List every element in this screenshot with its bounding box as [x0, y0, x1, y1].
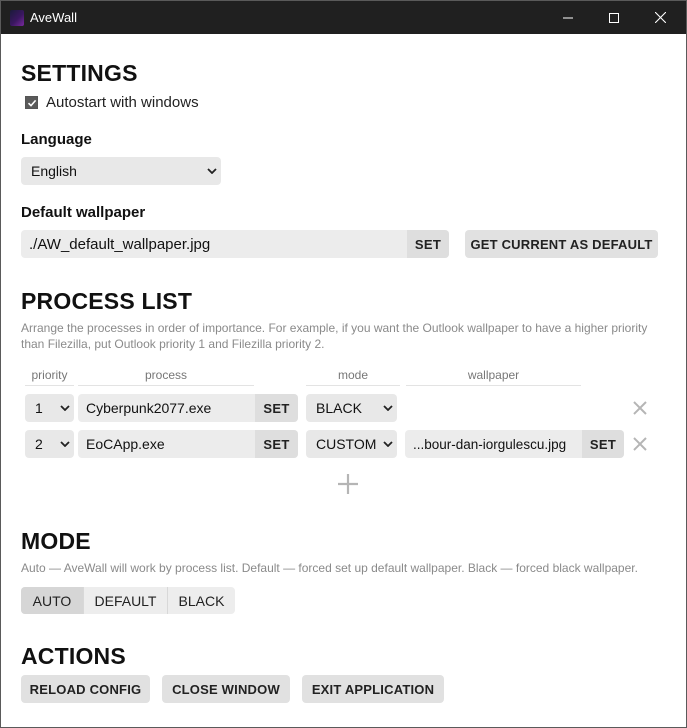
- close-window-button[interactable]: CLOSE WINDOW: [162, 675, 290, 703]
- actions-heading: ACTIONS: [21, 643, 126, 669]
- autostart-checkbox[interactable]: [25, 96, 38, 109]
- language-label: Language: [21, 131, 92, 148]
- window-title: AveWall: [30, 10, 77, 25]
- column-header-mode: mode: [306, 366, 400, 386]
- app-window: AveWall SETTINGS Autostart with windows …: [0, 0, 687, 728]
- chevron-down-icon: [56, 441, 74, 447]
- row1-process-field: Cyberpunk2077.exe SET: [78, 394, 298, 422]
- app-icon: [10, 10, 24, 26]
- maximize-button[interactable]: [591, 1, 637, 34]
- process-list-heading: PROCESS LIST: [21, 288, 193, 314]
- mode-option-black[interactable]: BLACK: [168, 587, 235, 614]
- process-list-description: Arrange the processes in order of import…: [21, 321, 648, 351]
- row2-remove-button[interactable]: [632, 436, 648, 452]
- row1-remove-button[interactable]: [632, 400, 648, 416]
- default-wallpaper-label: Default wallpaper: [21, 204, 146, 221]
- mode-option-default[interactable]: DEFAULT: [84, 587, 168, 614]
- plus-icon: [338, 474, 358, 494]
- reload-config-button[interactable]: RELOAD CONFIG: [21, 675, 150, 703]
- exit-application-button[interactable]: EXIT APPLICATION: [302, 675, 444, 703]
- title-bar: AveWall: [1, 1, 686, 34]
- row1-priority-value: 1: [35, 400, 43, 416]
- mode-description: Auto — AveWall will work by process list…: [21, 561, 638, 575]
- mode-option-auto[interactable]: AUTO: [21, 587, 84, 614]
- row2-mode-select[interactable]: CUSTOM: [306, 430, 397, 458]
- settings-heading: SETTINGS: [21, 60, 138, 86]
- default-wallpaper-field: ./AW_default_wallpaper.jpg SET: [21, 230, 449, 258]
- chevron-down-icon: [203, 168, 221, 174]
- row2-process-field: EoCApp.exe SET: [78, 430, 298, 458]
- row2-wallpaper-input[interactable]: ...bour-dan-iorgulescu.jpg: [405, 437, 582, 452]
- row2-priority-select[interactable]: 2: [25, 430, 74, 458]
- add-process-button[interactable]: [337, 473, 359, 495]
- row2-wallpaper-set-button[interactable]: SET: [582, 430, 624, 458]
- autostart-label: Autostart with windows: [46, 94, 199, 111]
- mode-segmented-control: AUTO DEFAULT BLACK: [21, 587, 235, 614]
- chevron-down-icon: [379, 441, 397, 447]
- close-icon: [654, 12, 666, 23]
- default-wallpaper-input[interactable]: ./AW_default_wallpaper.jpg: [21, 236, 407, 253]
- chevron-down-icon: [379, 405, 397, 411]
- row2-process-input[interactable]: EoCApp.exe: [78, 436, 255, 452]
- maximize-icon: [609, 12, 619, 23]
- row1-mode-value: BLACK: [316, 400, 362, 416]
- column-header-process: process: [78, 366, 254, 386]
- get-current-as-default-button[interactable]: GET CURRENT AS DEFAULT: [465, 230, 658, 258]
- language-value: English: [31, 163, 77, 179]
- row1-priority-select[interactable]: 1: [25, 394, 74, 422]
- language-select[interactable]: English: [21, 157, 221, 185]
- row1-process-input[interactable]: Cyberpunk2077.exe: [78, 400, 255, 416]
- minimize-icon: [563, 17, 573, 18]
- remove-x-icon: [633, 437, 647, 451]
- autostart-checkbox-row[interactable]: Autostart with windows: [25, 94, 199, 111]
- chevron-down-icon: [56, 405, 74, 411]
- mode-heading: MODE: [21, 528, 91, 554]
- row1-process-set-button[interactable]: SET: [255, 394, 298, 422]
- row2-wallpaper-field: ...bour-dan-iorgulescu.jpg SET: [405, 430, 624, 458]
- checkmark-icon: [27, 99, 36, 107]
- column-header-wallpaper: wallpaper: [406, 366, 581, 386]
- minimize-button[interactable]: [545, 1, 591, 34]
- row1-mode-select[interactable]: BLACK: [306, 394, 397, 422]
- row2-process-set-button[interactable]: SET: [255, 430, 298, 458]
- row2-mode-value: CUSTOM: [316, 436, 377, 452]
- close-button[interactable]: [637, 1, 683, 34]
- default-wallpaper-set-button[interactable]: SET: [407, 230, 449, 258]
- column-header-priority: priority: [25, 366, 74, 386]
- remove-x-icon: [633, 401, 647, 415]
- row2-priority-value: 2: [35, 436, 43, 452]
